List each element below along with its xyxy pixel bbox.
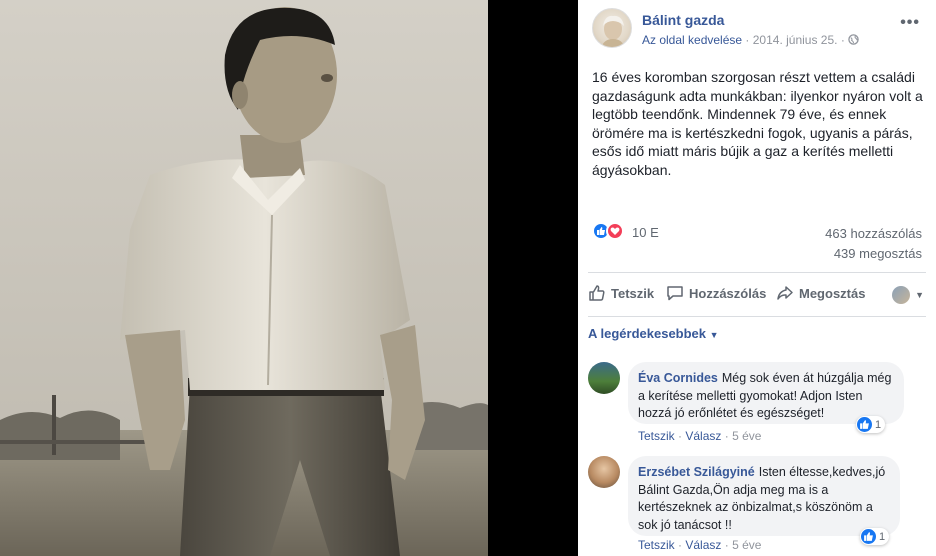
separator: · [724, 429, 733, 443]
chevron-down-icon: ▼ [709, 330, 719, 340]
like-reaction-icon [861, 529, 876, 544]
share-arrow-icon [777, 286, 793, 300]
thumbs-up-icon [589, 285, 605, 301]
comments-count-link[interactable]: 463 hozzászólás [825, 224, 922, 244]
comment-reply-link[interactable]: Válasz [685, 538, 721, 552]
comment-time[interactable]: 5 éve [732, 429, 761, 443]
action-bar: Tetszik Hozzászólás Megosztás ▼ [588, 284, 926, 308]
elderly-man-avatar-icon [601, 15, 625, 47]
comment-like-link[interactable]: Tetszik [638, 429, 675, 443]
meta-separator: · [745, 33, 750, 47]
comment-author[interactable]: Éva Cornides [638, 371, 718, 385]
comment-actions: Tetszik · Válasz · 5 éve [638, 538, 761, 552]
page-avatar[interactable] [592, 8, 632, 48]
comment-actions: Tetszik · Válasz · 5 éve [638, 429, 761, 443]
like-label: Tetszik [611, 285, 655, 301]
photo-viewer [0, 0, 578, 556]
page-name[interactable]: Bálint gazda [642, 12, 724, 28]
comment-reaction-badge[interactable]: 1 [860, 528, 890, 545]
comment-item: Erzsébet Szilágyiné Isten éltesse,kedves,… [588, 456, 922, 552]
engagement-counts: 463 hozzászólás 439 megosztás [825, 224, 922, 264]
post-as-selector[interactable]: ▼ [892, 286, 924, 304]
comment-like-link[interactable]: Tetszik [638, 538, 675, 552]
separator: · [724, 538, 733, 552]
viewer-avatar [892, 286, 911, 304]
post-date[interactable]: 2014. június 25. [753, 33, 838, 47]
shares-count-link[interactable]: 439 megosztás [825, 244, 922, 264]
more-options-icon[interactable]: ••• [900, 14, 920, 32]
comment-bubble: Erzsébet Szilágyiné Isten éltesse,kedves,… [628, 456, 900, 536]
comment-bubble: Éva Cornides Még sok éven át húzgálja még… [628, 362, 904, 424]
commenter-avatar[interactable] [588, 456, 620, 488]
post-meta: Az oldal kedvelése · 2014. június 25. · [642, 33, 859, 47]
divider [588, 272, 926, 273]
post-text: 16 éves koromban szorgosan részt vettem … [592, 69, 923, 178]
post-header: Bálint gazda Az oldal kedvelése · 2014. … [592, 8, 926, 52]
comment-reply-link[interactable]: Válasz [685, 429, 721, 443]
caret-down-icon: ▼ [915, 290, 924, 300]
like-button[interactable]: Tetszik [588, 284, 654, 302]
comment-button[interactable]: Hozzászólás [666, 284, 766, 302]
commenter-avatar[interactable] [588, 362, 620, 394]
young-man-photo [0, 0, 488, 556]
like-reaction-icon [857, 417, 872, 432]
sort-label: A legérdekesebbek [588, 326, 707, 341]
comment-time[interactable]: 5 éve [732, 538, 761, 552]
meta-separator-2: · [840, 33, 845, 47]
comment-item: Éva Cornides Még sok éven át húzgálja még… [588, 362, 922, 443]
comment-author[interactable]: Erzsébet Szilágyiné [638, 465, 755, 479]
comment-icon [667, 286, 683, 301]
globe-icon [848, 34, 859, 45]
reaction-count: 10 E [632, 225, 659, 240]
comment-label: Hozzászólás [689, 285, 767, 301]
comment-reaction-count: 1 [879, 530, 886, 543]
love-reaction-icon [606, 222, 624, 240]
comment-reaction-count: 1 [875, 418, 882, 431]
share-button[interactable]: Megosztás [776, 284, 865, 302]
share-label: Megosztás [799, 285, 866, 301]
post-photo[interactable] [0, 0, 488, 556]
post-panel: Bálint gazda Az oldal kedvelése · 2014. … [578, 0, 936, 556]
divider-2 [588, 316, 926, 317]
like-page-link[interactable]: Az oldal kedvelése [642, 33, 742, 47]
comment-sort-dropdown[interactable]: A legérdekesebbek ▼ [588, 326, 719, 341]
comment-reaction-badge[interactable]: 1 [856, 416, 886, 433]
